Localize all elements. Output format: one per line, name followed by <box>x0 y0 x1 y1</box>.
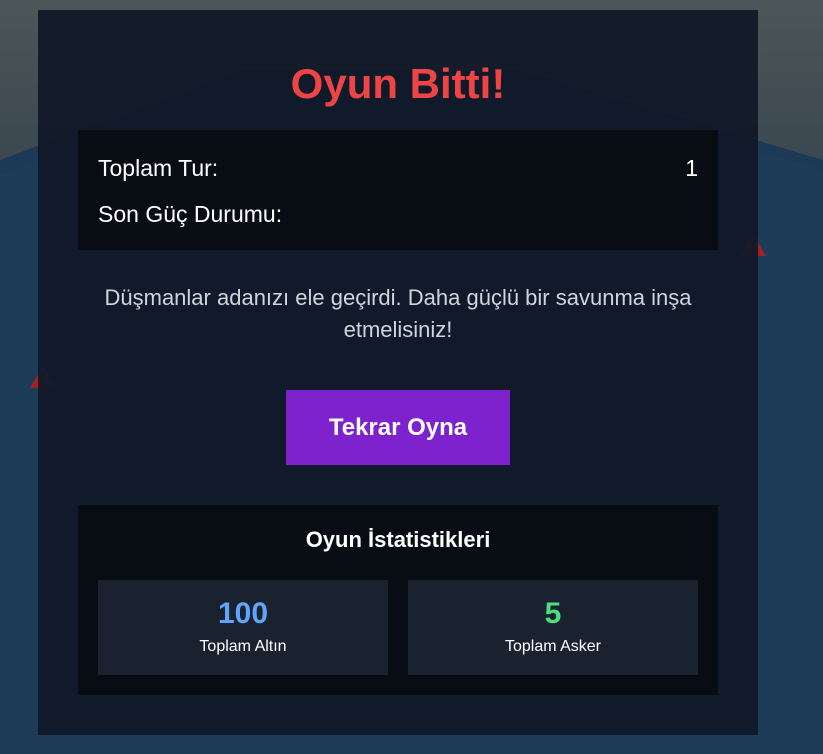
total-gold-value: 100 <box>217 597 269 630</box>
total-rounds-value: 1 <box>685 155 698 181</box>
game-over-panel: Oyun Bitti! Toplam Tur: 1 Son Güç Durumu… <box>38 10 758 735</box>
total-soldiers-card: 5 Toplam Asker <box>408 580 698 675</box>
game-over-title: Oyun Bitti! <box>290 60 506 107</box>
round-summary: Toplam Tur: 1 Son Güç Durumu: <box>78 130 718 250</box>
total-gold-card: 100 Toplam Altın <box>98 580 388 675</box>
defeat-message: Düşmanlar adanızı ele geçirdi. Daha güçl… <box>104 285 692 342</box>
total-soldiers-value: 5 <box>544 597 562 630</box>
total-soldiers-label: Toplam Asker <box>504 638 602 655</box>
total-rounds-label: Toplam Tur: <box>98 155 219 181</box>
total-gold-label: Toplam Altın <box>199 638 287 655</box>
play-again-button[interactable]: Tekrar Oyna <box>286 390 510 465</box>
final-power-row: Son Güç Durumu: <box>98 196 698 233</box>
final-power-label: Son Güç Durumu: <box>98 201 283 227</box>
total-rounds-row: Toplam Tur: 1 <box>98 150 698 187</box>
stats-title: Oyun İstatistikleri <box>305 527 491 552</box>
game-stats: Oyun İstatistikleri 100 Toplam Altın 5 T… <box>78 505 718 695</box>
